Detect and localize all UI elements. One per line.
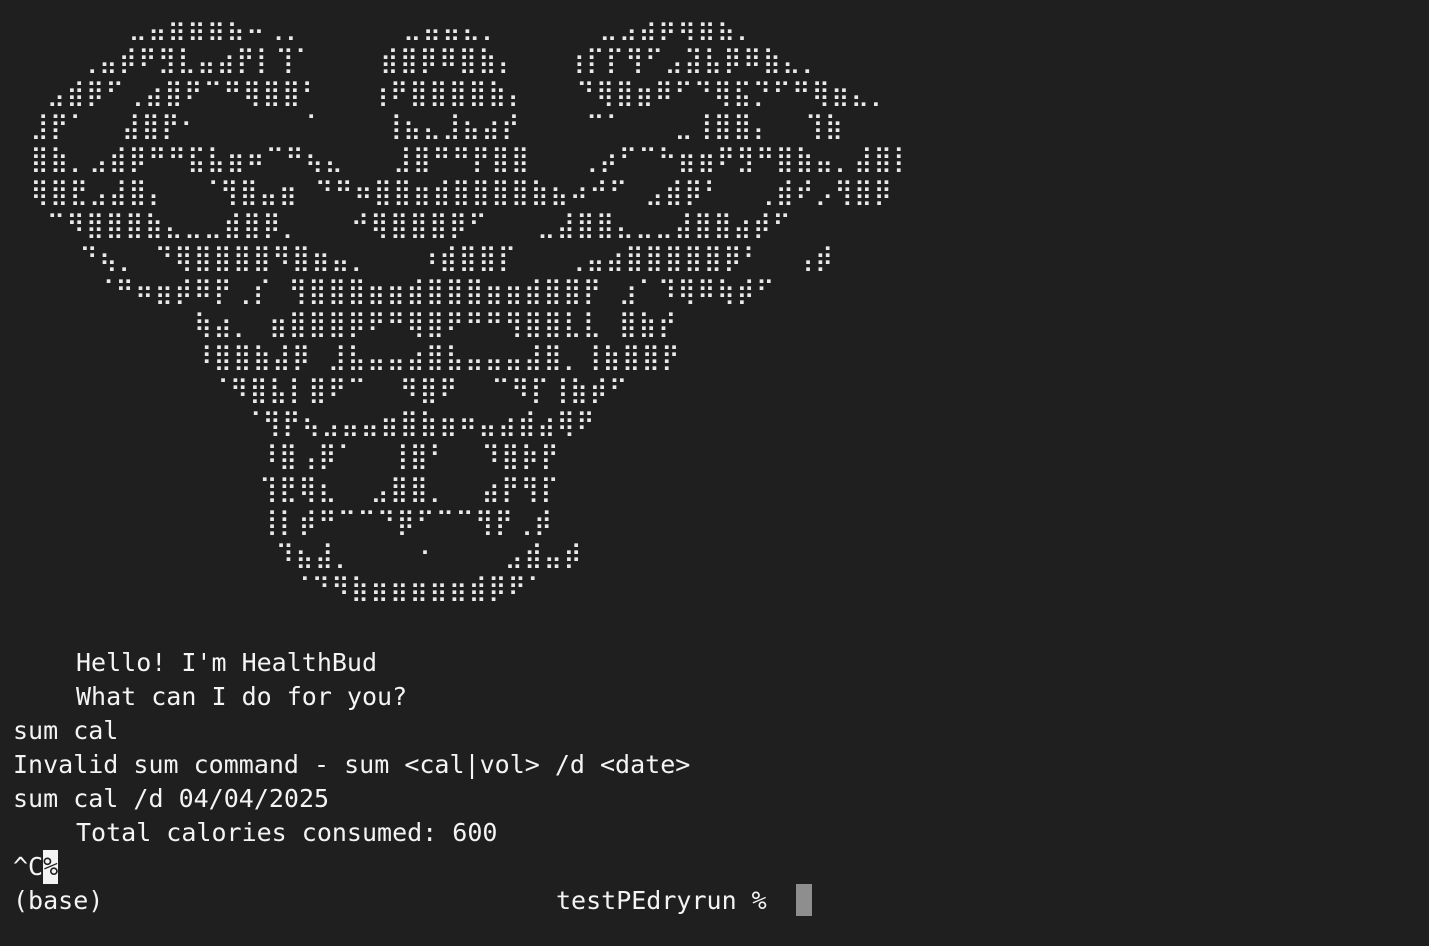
error-message: Invalid sum command - sum <cal|vol> /d <… <box>13 750 691 779</box>
text-cursor[interactable] <box>796 884 812 916</box>
no-newline-marker: % <box>43 850 59 884</box>
shell-prompt: testPEdryrun % <box>556 886 767 915</box>
greeting-line: Hello! I'm HealthBud <box>76 648 378 677</box>
terminal-window[interactable]: ⣀⣤⣶⣶⣶⣦⠤⢀⡀ ⣀⣤⣤⣄⡀ ⣀⣠⣴⡶⢶⣶⣦⡀ ⢀⣤⡾⠟⣻⣇⣤⣴⡟⡇⢹⠁ ⣾⣿… <box>0 0 1429 946</box>
ascii-art-logo: ⣀⣤⣶⣶⣶⣦⠤⢀⡀ ⣀⣤⣤⣄⡀ ⣀⣠⣴⡶⢶⣶⣦⡀ ⢀⣤⡾⠟⣻⣇⣤⣴⡟⡇⢹⠁ ⣾⣿… <box>30 12 913 602</box>
command-line-1: sum cal <box>13 716 119 745</box>
interrupt-line: ^C% <box>13 850 59 884</box>
interrupt-text: ^C <box>13 852 44 881</box>
command-line-2: sum cal /d 04/04/2025 <box>13 784 330 813</box>
question-line: What can I do for you? <box>76 682 408 711</box>
result-line: Total calories consumed: 600 <box>76 818 498 847</box>
conda-env-label: (base) <box>13 886 104 915</box>
